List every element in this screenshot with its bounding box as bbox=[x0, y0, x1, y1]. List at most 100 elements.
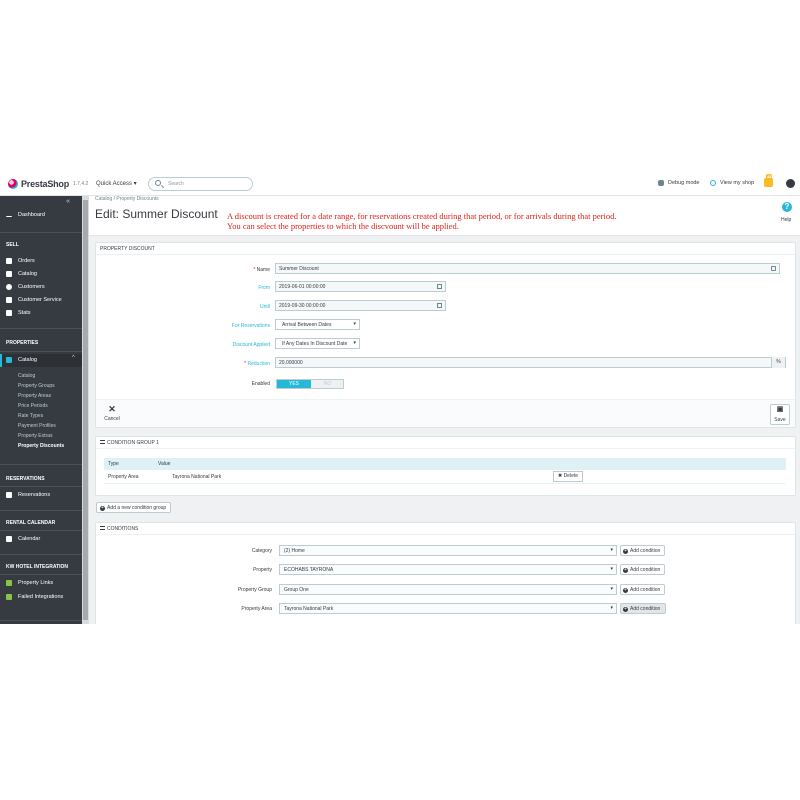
add-condition-label: Add condition bbox=[630, 587, 661, 593]
category-value: (2) Home bbox=[284, 548, 305, 554]
user-avatar-icon[interactable] bbox=[786, 179, 795, 188]
property-group-select[interactable]: Group One ▾ bbox=[279, 584, 617, 595]
until-date-field[interactable]: 2019-09-30 00:00:00 bbox=[275, 300, 446, 311]
submenu-property-discounts[interactable]: Property Discounts bbox=[18, 443, 64, 449]
help-label[interactable]: Help bbox=[781, 217, 791, 223]
add-condition-button[interactable]: + Add condition bbox=[620, 545, 665, 556]
name-field[interactable]: Summer Discount bbox=[275, 263, 780, 274]
logo[interactable]: PrestaShop 1.7.4.2 bbox=[8, 179, 88, 189]
version-label: 1.7.4.2 bbox=[73, 181, 89, 187]
submenu-rate-types[interactable]: Rate Types bbox=[18, 413, 43, 419]
notifications-icon[interactable]: 48 bbox=[764, 174, 773, 187]
sidebar-scrollbar[interactable] bbox=[82, 196, 89, 624]
sidebar-label: Reservations bbox=[18, 492, 51, 498]
kw-hotel-section-header: KW HOTEL INTEGRATION bbox=[6, 564, 69, 570]
submenu-property-areas[interactable]: Property Areas bbox=[18, 393, 51, 399]
add-condition-button[interactable]: + Add condition bbox=[620, 603, 666, 614]
search-input[interactable]: Search bbox=[148, 177, 253, 191]
sidebar-item-catalog-active[interactable] bbox=[0, 354, 82, 367]
stats-icon bbox=[6, 310, 12, 316]
toggle-yes[interactable]: YES bbox=[277, 380, 311, 388]
sidebar-item-stats[interactable]: Stats bbox=[0, 310, 82, 316]
discount-applied-select[interactable]: If Any Dates In Discount Date ▾ bbox=[275, 338, 360, 349]
plus-icon: + bbox=[623, 606, 628, 612]
reduction-label: Reduction bbox=[90, 361, 270, 367]
add-condition-button[interactable]: + Add condition bbox=[620, 584, 665, 595]
for-reservations-select[interactable]: Arrival Between Dates ▾ bbox=[275, 319, 360, 330]
from-date-field[interactable]: 2019-06-01 00:00:00 bbox=[275, 281, 446, 292]
reservations-section-header: RESERVATIONS bbox=[6, 476, 45, 482]
orders-icon bbox=[6, 258, 12, 264]
sidebar-label: Dashboard bbox=[18, 212, 45, 218]
add-condition-button[interactable]: + Add condition bbox=[620, 564, 665, 575]
sidebar-item-failed-integrations[interactable]: Failed Integrations bbox=[0, 594, 82, 600]
property-group-value: Group One bbox=[284, 587, 309, 593]
search-placeholder: Search bbox=[168, 181, 184, 187]
category-select[interactable]: (2) Home ▾ bbox=[279, 545, 617, 556]
divider bbox=[0, 232, 82, 233]
submenu-price-periods[interactable]: Price Periods bbox=[18, 403, 48, 409]
sidebar-item-orders[interactable]: Orders bbox=[0, 258, 82, 264]
sidebar-item-customer-service[interactable]: Customer Service bbox=[0, 297, 82, 303]
puzzle-icon bbox=[6, 580, 12, 586]
caret-down-icon: ▾ bbox=[610, 586, 613, 592]
name-value: Summer Discount bbox=[279, 266, 319, 272]
quick-access-dropdown[interactable]: Quick Access ▾ bbox=[96, 180, 137, 187]
view-shop-link[interactable]: View my shop bbox=[710, 180, 754, 186]
sidebar-item-customers[interactable]: Customers bbox=[0, 284, 82, 290]
chevron-up-icon[interactable]: ^ bbox=[72, 355, 75, 361]
submenu-catalog[interactable]: Catalog bbox=[18, 373, 35, 379]
submenu-property-extras[interactable]: Property Extras bbox=[18, 433, 52, 439]
breadcrumb[interactable]: Catalog / Property Discounts bbox=[95, 196, 159, 202]
sidebar-item-dashboard[interactable]: Dashboard bbox=[0, 212, 82, 218]
calendar-icon[interactable] bbox=[437, 284, 442, 289]
rental-calendar-section-header: RENTAL CALENDAR bbox=[6, 520, 56, 526]
delete-button[interactable]: ✖ Delete bbox=[553, 471, 583, 482]
bug-icon bbox=[658, 180, 664, 186]
collapse-sidebar-icon[interactable]: « bbox=[66, 198, 70, 205]
property-area-select[interactable]: Tayrona National Park ▾ bbox=[279, 603, 617, 614]
toggle-no[interactable]: NO bbox=[311, 380, 344, 388]
add-condition-label: Add condition bbox=[630, 606, 661, 612]
submenu-payment-profiles[interactable]: Payment Profiles bbox=[18, 423, 56, 429]
help-icon[interactable]: ? bbox=[782, 202, 792, 212]
eye-icon bbox=[710, 180, 716, 186]
divider bbox=[0, 620, 82, 621]
divider bbox=[0, 554, 82, 555]
annotation-line: A discount is created for a date range, … bbox=[227, 211, 617, 221]
customer-icon bbox=[6, 284, 12, 290]
sidebar-item-catalog[interactable]: Catalog bbox=[0, 271, 82, 277]
sidebar-label: Customers bbox=[18, 284, 45, 290]
until-label: Until bbox=[259, 304, 270, 310]
panel-heading: CONDITIONS bbox=[96, 523, 795, 535]
scrollbar-thumb[interactable] bbox=[83, 200, 88, 620]
trending-icon bbox=[6, 213, 12, 217]
condition-label-category: Category bbox=[251, 548, 272, 554]
add-group-label: Add a new condition group bbox=[107, 505, 167, 511]
property-select[interactable]: ECOHABS TAYRONA ▾ bbox=[279, 564, 617, 575]
panel-heading: PROPERTY DISCOUNT bbox=[96, 243, 795, 255]
sidebar-item-property-links[interactable]: Property Links bbox=[0, 580, 82, 586]
table-row: Property Area Tayrona National Park ✖ De… bbox=[104, 470, 786, 484]
caret-down-icon: ▾ bbox=[353, 340, 356, 346]
chat-icon bbox=[6, 297, 12, 303]
add-condition-label: Add condition bbox=[630, 567, 661, 573]
divider bbox=[0, 328, 82, 329]
sidebar-item-reservations[interactable]: Reservations bbox=[0, 492, 82, 498]
from-label: From bbox=[258, 285, 270, 291]
debug-mode-link[interactable]: Debug mode bbox=[658, 180, 700, 186]
sidebar-label: Customer Service bbox=[18, 297, 62, 303]
save-button[interactable]: ▣ Save bbox=[770, 404, 790, 425]
submenu-property-groups[interactable]: Property Groups bbox=[18, 383, 55, 389]
calendar-icon[interactable] bbox=[437, 303, 442, 308]
reduction-field[interactable]: 20.000000 % bbox=[275, 357, 786, 368]
sidebar-item-calendar[interactable]: Calendar bbox=[0, 536, 82, 542]
cancel-button[interactable]: ✕ Cancel bbox=[102, 404, 122, 425]
page-title: Edit: Summer Discount bbox=[95, 207, 218, 221]
add-condition-group-button[interactable]: + Add a new condition group bbox=[96, 502, 171, 513]
row-type: Property Area bbox=[108, 474, 139, 480]
enabled-toggle[interactable]: YES NO bbox=[276, 379, 344, 389]
enabled-label: Enabled bbox=[251, 381, 270, 387]
discount-applied-value: If Any Dates In Discount Date bbox=[282, 341, 348, 347]
property-discount-panel: PROPERTY DISCOUNT Name Summer Discount F… bbox=[95, 242, 796, 428]
